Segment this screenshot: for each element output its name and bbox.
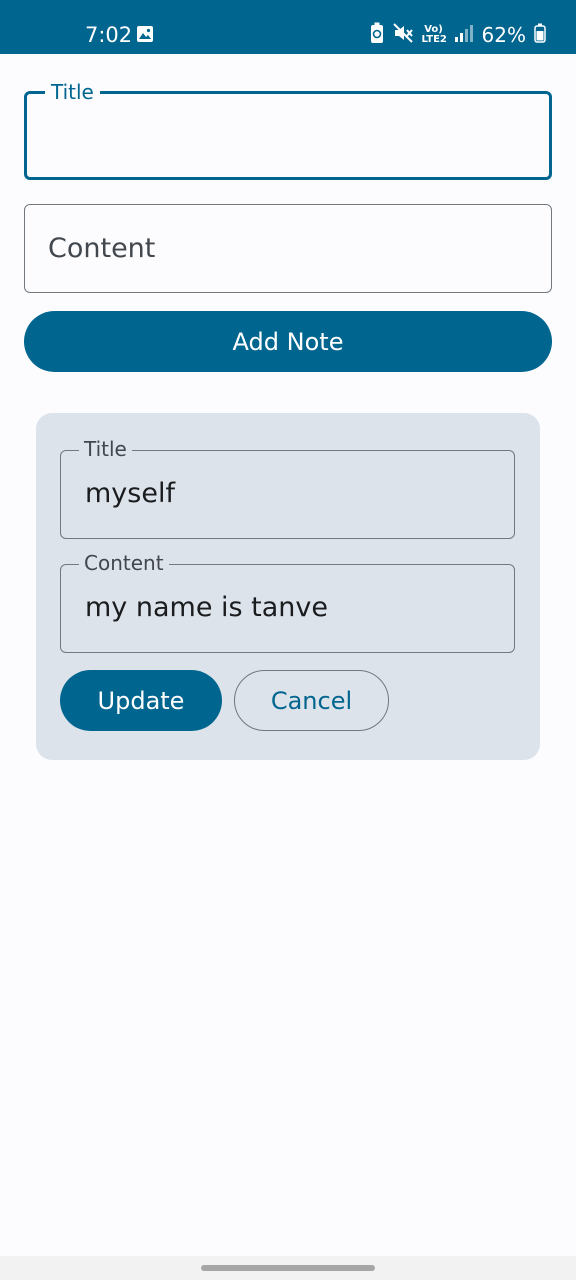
status-bar: 7:02 Vo) LTE2 62% [0,0,576,54]
status-time: 7:02 [85,23,133,47]
content-input[interactable]: Content [24,204,552,293]
content-input-placeholder: Content [48,233,156,264]
edit-title-label: Title [79,437,132,461]
title-input[interactable]: Title [24,80,552,180]
status-icons: Vo) LTE2 62% [370,21,546,49]
volte-icon: Vo) LTE2 [421,24,447,45]
edit-content-input[interactable]: Content my name is tanve [60,551,515,653]
edit-content-value: my name is tanve [85,592,328,623]
note-edit-card: Title myself Content my name is tanve Up… [36,413,540,760]
home-gesture-handle[interactable] [201,1265,375,1271]
edit-content-label: Content [79,551,169,575]
edit-title-input[interactable]: Title myself [60,437,515,539]
battery-level: 62% [481,23,526,47]
mute-icon [392,22,414,48]
navigation-bar [0,1256,576,1280]
signal-icon [454,23,474,47]
title-input-label: Title [45,80,100,104]
update-button[interactable]: Update [60,670,222,731]
edit-title-value: myself [85,478,175,509]
add-note-button[interactable]: Add Note [24,311,552,372]
battery-icon [534,23,546,47]
cancel-button[interactable]: Cancel [234,670,389,731]
image-icon [136,25,154,47]
battery-saver-icon [370,22,384,48]
